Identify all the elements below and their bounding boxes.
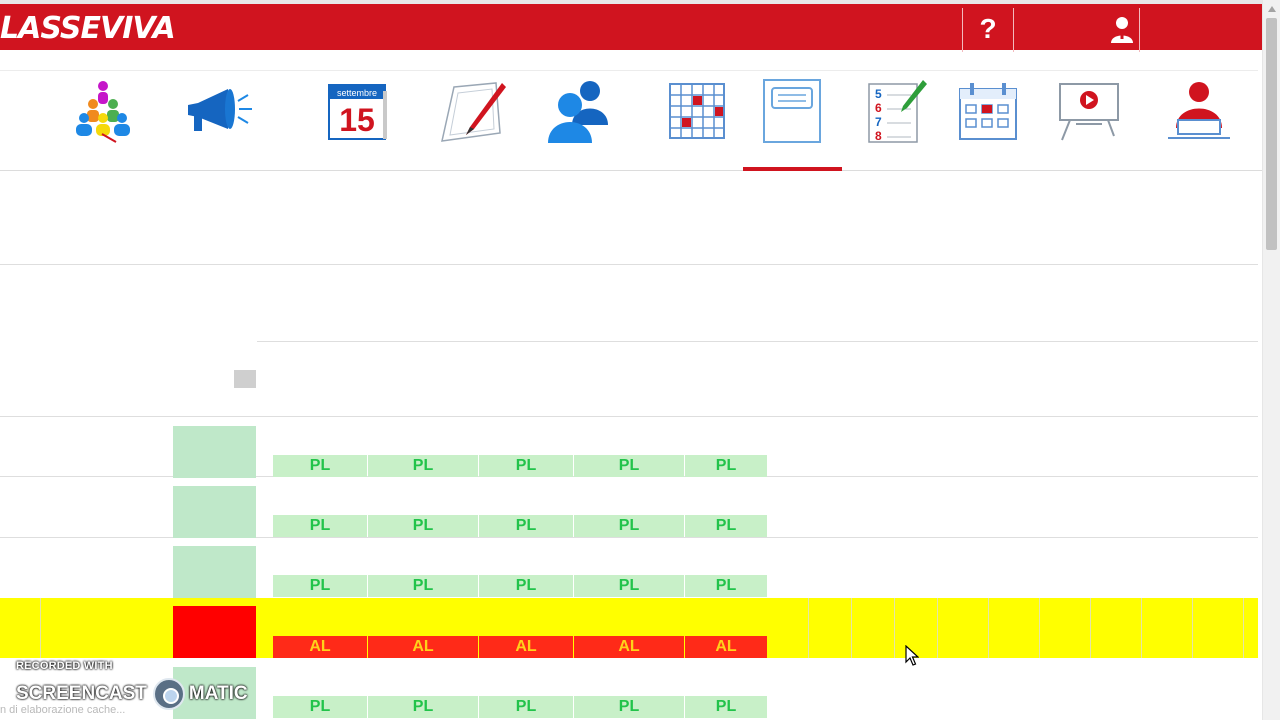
notebook-pen-icon bbox=[441, 82, 506, 142]
grade-number: 7 bbox=[875, 115, 882, 129]
attendance-cell[interactable]: PL bbox=[574, 696, 684, 718]
screencast-logo-icon bbox=[152, 678, 185, 710]
attendance-cell[interactable]: PL bbox=[479, 696, 573, 718]
nav-announcements[interactable] bbox=[184, 76, 254, 146]
nav-grades[interactable]: 5 6 7 8 bbox=[860, 76, 930, 146]
attendance-cell[interactable]: PL bbox=[479, 575, 573, 597]
student-row: PL PL PL PL PL bbox=[0, 477, 1258, 538]
grade-number: 8 bbox=[875, 129, 882, 143]
select-all-checkbox[interactable] bbox=[234, 370, 256, 388]
grid-line bbox=[988, 598, 989, 658]
nav-students[interactable] bbox=[544, 76, 614, 146]
video-board-icon bbox=[1059, 83, 1119, 141]
status-cell[interactable] bbox=[173, 546, 256, 598]
grid-line bbox=[1243, 598, 1244, 658]
attendance-cell[interactable]: PL bbox=[574, 515, 684, 537]
grid-calendar-icon bbox=[669, 83, 725, 139]
user-icon bbox=[1111, 17, 1133, 43]
divider bbox=[257, 341, 1258, 342]
student-row-highlighted: AL AL AL AL AL bbox=[0, 598, 1258, 658]
app-logo[interactable]: LASSEVIVA bbox=[0, 14, 176, 44]
attendance-cell[interactable]: PL bbox=[273, 455, 367, 477]
attendance-cell[interactable]: PL bbox=[574, 455, 684, 477]
attendance-cell[interactable]: PL bbox=[273, 696, 367, 718]
grid-line bbox=[808, 598, 809, 658]
grid-line bbox=[1192, 598, 1193, 658]
watermark-brand-left: SCREENCAST bbox=[16, 683, 147, 704]
help-button[interactable]: ? bbox=[964, 8, 1012, 50]
attendance-cell[interactable]: PL bbox=[368, 515, 478, 537]
mouse-cursor-icon bbox=[905, 645, 919, 666]
attendance-cell-absent[interactable]: AL bbox=[368, 636, 478, 658]
app-window: LASSEVIVA ? settembre 15 5 6 7 8 PL PL P… bbox=[0, 0, 1280, 720]
attendance-cell[interactable]: PL bbox=[368, 696, 478, 718]
attendance-cell-absent[interactable]: AL bbox=[685, 636, 767, 658]
grid-line bbox=[1090, 598, 1091, 658]
attendance-cell[interactable]: PL bbox=[368, 575, 478, 597]
attendance-cell-absent[interactable]: AL bbox=[273, 636, 367, 658]
scroll-up-arrow-icon[interactable] bbox=[1263, 6, 1280, 16]
recording-watermark: RECORDED WITH SCREENCAST MATIC bbox=[16, 660, 248, 710]
user-account-button[interactable] bbox=[1096, 8, 1148, 50]
grid-line bbox=[1039, 598, 1040, 658]
watermark-brand-right: MATIC bbox=[188, 683, 248, 704]
attendance-cell[interactable]: PL bbox=[685, 515, 767, 537]
grade-number: 5 bbox=[875, 87, 882, 101]
attendance-cell[interactable]: PL bbox=[479, 515, 573, 537]
watermark-brand: SCREENCAST MATIC bbox=[16, 678, 248, 710]
attendance-cell[interactable]: PL bbox=[479, 455, 573, 477]
student-row: PL PL PL PL PL bbox=[0, 537, 1258, 598]
nav-timetable[interactable] bbox=[662, 76, 732, 146]
divider bbox=[0, 264, 1258, 265]
attendance-cell[interactable]: PL bbox=[685, 696, 767, 718]
attendance-cell[interactable]: PL bbox=[685, 455, 767, 477]
header-divider bbox=[1139, 8, 1140, 52]
icon-navbar: settembre 15 5 6 7 8 bbox=[0, 50, 1262, 171]
attendance-cell[interactable]: PL bbox=[273, 575, 367, 597]
calendar-icon: settembre 15 bbox=[328, 84, 387, 140]
nav-register[interactable] bbox=[757, 76, 827, 146]
header-divider bbox=[1013, 8, 1014, 52]
grid-line bbox=[894, 598, 895, 658]
watermark-recorded-with: RECORDED WITH bbox=[16, 660, 113, 672]
student-row: PL PL PL PL PL bbox=[0, 417, 1258, 478]
active-tab-indicator bbox=[743, 167, 842, 171]
scrollbar-thumb[interactable] bbox=[1266, 18, 1277, 250]
calendar-month-text: settembre bbox=[337, 88, 377, 98]
grid-line bbox=[1141, 598, 1142, 658]
attendance-cell-absent[interactable]: AL bbox=[479, 636, 573, 658]
nav-planner[interactable] bbox=[953, 76, 1023, 146]
status-cell-absent[interactable] bbox=[173, 606, 256, 658]
divider bbox=[0, 70, 1258, 71]
teacher-desk-icon bbox=[1168, 82, 1230, 139]
people-icon bbox=[548, 81, 608, 143]
grade-number: 6 bbox=[875, 101, 882, 115]
calendar-day-text: 15 bbox=[339, 102, 375, 138]
nav-teacher[interactable] bbox=[1164, 76, 1234, 146]
nav-agenda[interactable]: settembre 15 bbox=[322, 76, 392, 146]
attendance-cell-absent[interactable]: AL bbox=[574, 636, 684, 658]
vertical-scrollbar[interactable] bbox=[1262, 0, 1280, 720]
nav-lessons[interactable] bbox=[1054, 76, 1124, 146]
grades-list-icon: 5 6 7 8 bbox=[868, 80, 927, 143]
grid-line bbox=[851, 598, 852, 658]
attendance-cell[interactable]: PL bbox=[368, 455, 478, 477]
nav-class-group[interactable] bbox=[68, 76, 138, 146]
nav-notes[interactable] bbox=[436, 76, 506, 146]
status-cell[interactable] bbox=[173, 486, 256, 538]
grid-line bbox=[40, 598, 41, 658]
register-book-icon bbox=[763, 79, 821, 143]
attendance-cell[interactable]: PL bbox=[574, 575, 684, 597]
status-cell[interactable] bbox=[173, 426, 256, 478]
header-divider bbox=[962, 8, 963, 52]
attendance-cell[interactable]: PL bbox=[273, 515, 367, 537]
header-bar: LASSEVIVA ? bbox=[0, 0, 1262, 52]
planner-calendar-icon bbox=[959, 83, 1017, 140]
class-group-icon bbox=[76, 81, 130, 143]
grid-line bbox=[937, 598, 938, 658]
attendance-cell[interactable]: PL bbox=[685, 575, 767, 597]
megaphone-icon bbox=[188, 89, 252, 131]
